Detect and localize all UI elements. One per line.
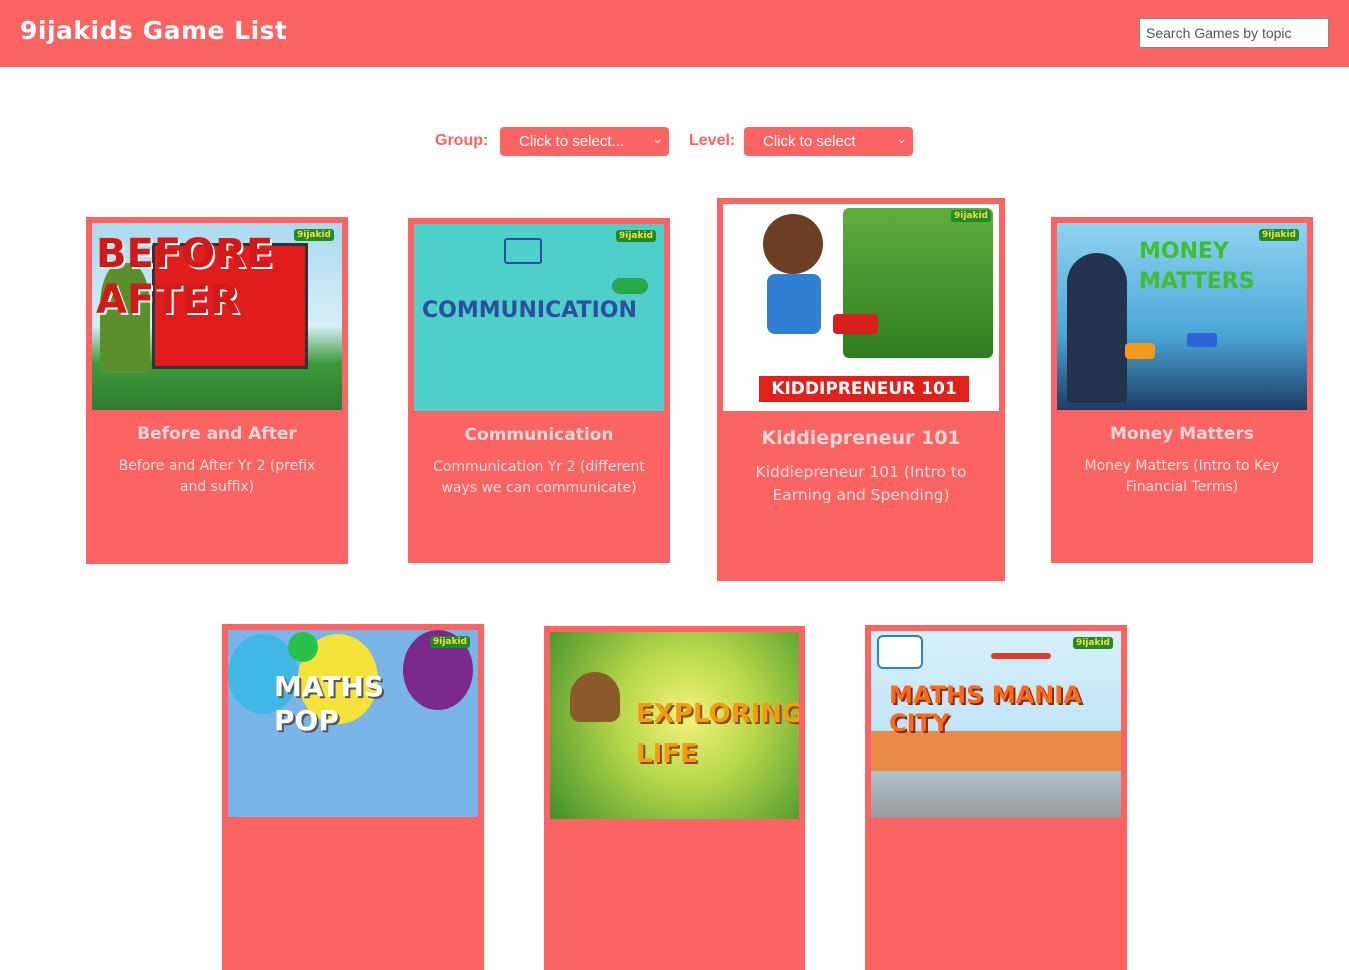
game-title: Before and After xyxy=(137,424,297,444)
top-bar: 9ijakids Game List xyxy=(0,0,1349,67)
game-thumbnail: KIDDIPRENEUR 101 9ijakid xyxy=(723,204,999,411)
filter-bar: Group: Click to select... ⌄ Level: Click… xyxy=(0,127,1349,157)
brand-badge: 9ijakid xyxy=(1258,229,1299,241)
game-thumbnail: MATHS POP 9ijakid xyxy=(228,630,478,817)
chevron-down-icon: ⌄ xyxy=(652,131,663,146)
game-thumbnail: BEFORE AFTER 9ijakid xyxy=(92,223,342,410)
search-input[interactable] xyxy=(1139,18,1329,48)
game-art-text: BEFORE AFTER xyxy=(96,231,274,323)
game-title: Money Matters xyxy=(1110,424,1254,444)
game-card-communication[interactable]: COMMUNICATION 9ijakid Communication Comm… xyxy=(408,218,670,563)
game-art-text: MATHS POP xyxy=(274,670,385,737)
game-title: Kiddiepreneur 101 xyxy=(761,427,961,449)
game-card-money-matters[interactable]: MONEY MATTERS 9ijakid Money Matters Mone… xyxy=(1051,217,1313,563)
level-label: Level: xyxy=(689,132,736,149)
game-art-text: KIDDIPRENEUR 101 xyxy=(759,376,969,402)
game-card-exploring-life[interactable]: EXPLORING LIFE xyxy=(544,626,805,970)
brand-badge: 9ijakid xyxy=(429,636,470,648)
brand-badge: 9ijakid xyxy=(615,230,656,242)
level-select-value: Click to select xyxy=(763,133,856,150)
game-thumbnail: COMMUNICATION 9ijakid xyxy=(414,224,664,411)
game-card-before-and-after[interactable]: BEFORE AFTER 9ijakid Before and After Be… xyxy=(86,217,348,564)
game-description: Communication Yr 2 (different ways we ca… xyxy=(433,459,645,496)
game-description: Kiddiepreneur 101 (Intro to Earning and … xyxy=(755,463,967,504)
game-art-text: EXPLORING LIFE xyxy=(636,699,799,769)
game-art-text: MONEY MATTERS xyxy=(1139,239,1255,294)
brand-badge: 9ijakid xyxy=(293,229,334,241)
chevron-down-icon: ⌄ xyxy=(896,131,907,146)
group-select[interactable]: Click to select... ⌄ xyxy=(500,127,669,156)
game-description: Before and After Yr 2 (prefix and suffix… xyxy=(118,458,316,495)
game-thumbnail: MONEY MATTERS 9ijakid xyxy=(1057,223,1307,410)
group-label: Group: xyxy=(435,132,489,149)
page-title: 9ijakids Game List xyxy=(20,16,288,45)
game-card-kiddiepreneur-101[interactable]: KIDDIPRENEUR 101 9ijakid Kiddiepreneur 1… xyxy=(717,198,1005,581)
brand-badge: 9ijakid xyxy=(1072,637,1113,649)
game-card-maths-mania-city[interactable]: MATHS MANIA CITY 9ijakid xyxy=(865,625,1127,970)
game-card-maths-pop[interactable]: MATHS POP 9ijakid xyxy=(222,624,484,970)
game-art-text: MATHS MANIA CITY xyxy=(889,681,1082,737)
group-select-value: Click to select... xyxy=(519,133,625,150)
game-art-text: COMMUNICATION xyxy=(422,298,637,323)
game-thumbnail: MATHS MANIA CITY 9ijakid xyxy=(871,631,1121,818)
game-title: Communication xyxy=(464,425,614,445)
game-description: Money Matters (Intro to Key Financial Te… xyxy=(1084,458,1280,495)
game-thumbnail: EXPLORING LIFE xyxy=(550,632,799,819)
brand-badge: 9ijakid xyxy=(950,210,991,222)
level-select[interactable]: Click to select ⌄ xyxy=(744,127,913,156)
